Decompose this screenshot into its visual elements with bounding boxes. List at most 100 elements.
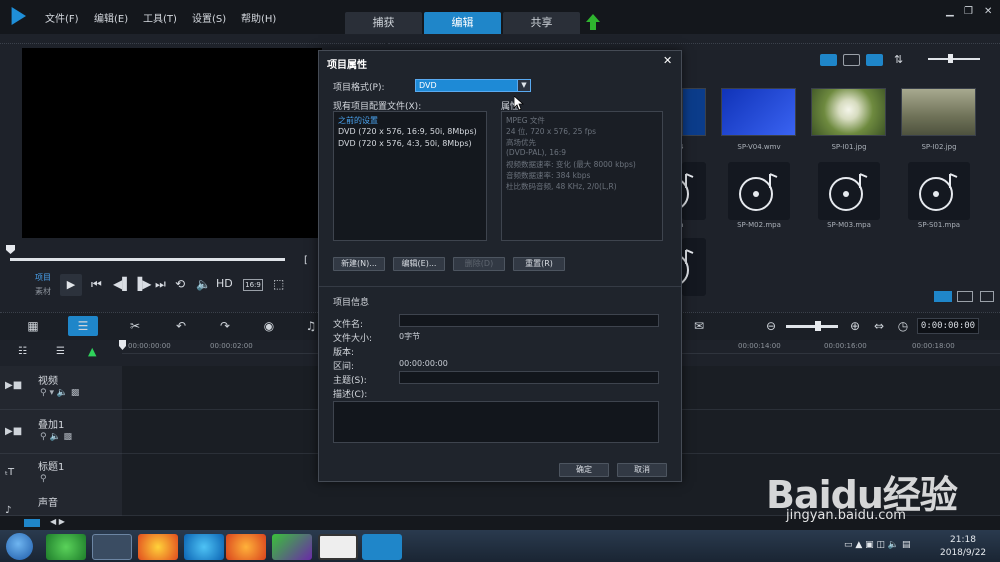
- track-header-voice[interactable]: [0, 490, 122, 516]
- tab-edit[interactable]: 编辑: [424, 12, 501, 34]
- view-grid-icon[interactable]: [866, 54, 883, 66]
- volume-icon[interactable]: 🔈: [196, 277, 211, 291]
- music-disc-icon: [682, 173, 694, 208]
- ok-button[interactable]: 确定: [559, 463, 609, 477]
- step-forward-icon[interactable]: ▐▶: [133, 277, 151, 291]
- scrub-handle[interactable]: [6, 245, 15, 254]
- mark-icon[interactable]: ✉: [684, 316, 714, 336]
- panel-fullscreen-icon[interactable]: [980, 291, 994, 302]
- step-back-icon[interactable]: ◀▌: [113, 277, 131, 291]
- taskbar-firefox-icon[interactable]: [226, 534, 266, 560]
- trim-marker-icon[interactable]: [: [304, 255, 308, 266]
- view-list-icon[interactable]: [843, 54, 860, 66]
- clip-thumbnail[interactable]: [682, 88, 706, 136]
- subject-field[interactable]: [399, 371, 659, 384]
- clip-thumbnail[interactable]: [901, 88, 976, 136]
- menu-file[interactable]: 文件(F): [45, 10, 79, 25]
- storyboard-view-icon[interactable]: ▦: [18, 316, 48, 336]
- edit-profile-button[interactable]: 编辑(E)...: [393, 257, 445, 271]
- video-track-icon: ▶■: [5, 380, 23, 391]
- profile-item[interactable]: DVD (720 x 576, 16:9, 50i, 8Mbps): [338, 127, 477, 136]
- track-tools[interactable]: ⚲ 🔈 ▩: [40, 432, 72, 442]
- profile-item[interactable]: DVD (720 x 576, 4:3, 50i, 8Mbps): [338, 139, 472, 148]
- dialog-close-icon[interactable]: ✕: [663, 54, 672, 67]
- aspect-ratio-button[interactable]: 16:9: [243, 279, 263, 291]
- tab-share[interactable]: 共享: [503, 12, 580, 34]
- clip-thumbnail[interactable]: [721, 88, 796, 136]
- taskbar-recorder-icon[interactable]: [318, 534, 358, 560]
- start-button[interactable]: [6, 533, 33, 560]
- menu-edit[interactable]: 编辑(E): [94, 10, 128, 25]
- tab-capture[interactable]: 捕获: [345, 12, 422, 34]
- filename-field[interactable]: [399, 314, 659, 327]
- track-manager-icon[interactable]: ☷: [18, 346, 27, 357]
- property-line: 音频数据速率: 384 kbps: [506, 171, 591, 180]
- play-button[interactable]: ▶: [60, 274, 82, 296]
- preview-screen: [22, 48, 322, 238]
- audio-thumbnail[interactable]: [908, 162, 970, 220]
- hd-toggle[interactable]: HD: [216, 277, 233, 290]
- new-profile-button[interactable]: 新建(N)...: [333, 257, 385, 271]
- cancel-button[interactable]: 取消: [617, 463, 667, 477]
- panel-layout-icon[interactable]: [957, 291, 973, 302]
- project-properties-dialog: 项目属性 ✕ 项目格式(P): DVD ▼ 现有项目配置文件(X): 属性 之前…: [318, 50, 682, 482]
- crop-icon[interactable]: ⬚: [273, 277, 284, 291]
- panel-toggle-icon[interactable]: [934, 291, 952, 302]
- zoom-out-icon[interactable]: ⊖: [756, 316, 786, 336]
- close-icon[interactable]: ✕: [984, 6, 992, 17]
- undo-icon[interactable]: ↶: [166, 316, 196, 336]
- thumb-size-slider[interactable]: [928, 58, 980, 60]
- redo-icon[interactable]: ↷: [210, 316, 240, 336]
- taskbar-app-360-icon[interactable]: [46, 534, 86, 560]
- taskbar-media-icon[interactable]: [184, 534, 224, 560]
- audio-thumbnail[interactable]: [728, 162, 790, 220]
- zoom-slider[interactable]: [786, 325, 838, 328]
- upload-arrow-icon[interactable]: [586, 14, 600, 30]
- timecode-display[interactable]: 0:00:00:00: [917, 318, 979, 334]
- profile-list[interactable]: 之前的设置 DVD (720 x 576, 16:9, 50i, 8Mbps) …: [333, 111, 487, 241]
- track-tools[interactable]: ⚲: [40, 474, 47, 484]
- restore-icon[interactable]: ❐: [964, 6, 973, 17]
- audio-thumbnail[interactable]: [682, 162, 706, 220]
- view-large-icon[interactable]: [820, 54, 837, 66]
- chevron-down-icon[interactable]: ▼: [517, 79, 531, 92]
- repeat-icon[interactable]: ⟲: [175, 277, 185, 291]
- mode-project-label[interactable]: 项目: [35, 272, 51, 283]
- go-end-icon[interactable]: ⏭: [155, 277, 166, 292]
- add-track-icon[interactable]: ▲: [88, 345, 96, 358]
- duration-value: 00:00:00:00: [399, 359, 448, 368]
- chapter-icon[interactable]: ☰: [56, 346, 65, 357]
- track-tools[interactable]: ⚲ ▾ 🔈 ▩: [40, 388, 79, 398]
- menu-settings[interactable]: 设置(S): [192, 10, 226, 25]
- duration-label: 区间:: [333, 362, 355, 372]
- reset-profile-button[interactable]: 重置(R): [513, 257, 565, 271]
- record-capture-icon[interactable]: ◉: [254, 316, 284, 336]
- scroll-mode-icon[interactable]: [24, 519, 40, 527]
- zoom-handle[interactable]: [815, 321, 821, 331]
- taskbar-qq-icon[interactable]: [138, 534, 178, 560]
- audio-thumbnail[interactable]: [682, 238, 706, 296]
- delete-profile-button[interactable]: 删除(D): [453, 257, 505, 271]
- audio-thumbnail[interactable]: [818, 162, 880, 220]
- tools-icon[interactable]: ✂: [120, 316, 150, 336]
- taskbar-editor-icon[interactable]: [362, 534, 402, 560]
- go-start-icon[interactable]: ⏮: [91, 277, 102, 292]
- menu-tools[interactable]: 工具(T): [143, 10, 177, 25]
- menu-help[interactable]: 帮助(H): [241, 10, 276, 25]
- thumb-size-handle[interactable]: [948, 54, 953, 63]
- tray-icons[interactable]: ▭ ▲ ▣ ◫ 🔈 ▤: [844, 540, 910, 550]
- profile-item[interactable]: 之前的设置: [338, 115, 378, 126]
- taskbar-app-icon[interactable]: [272, 534, 312, 560]
- mode-clip-label[interactable]: 素材: [35, 286, 51, 297]
- description-field[interactable]: [333, 401, 659, 443]
- sort-icon[interactable]: ⇅: [894, 53, 903, 66]
- scroll-arrows-icon[interactable]: ◀ ▶: [50, 517, 65, 526]
- clip-thumbnail[interactable]: [811, 88, 886, 136]
- ruler-label: 00:00:00:00: [128, 342, 171, 350]
- scrub-bar[interactable]: [10, 258, 285, 261]
- taskbar-explorer-icon[interactable]: [92, 534, 132, 560]
- minimize-icon[interactable]: ▁: [946, 6, 954, 17]
- format-select[interactable]: DVD: [415, 79, 531, 92]
- clip-label: SP-S01.mpa: [917, 221, 961, 229]
- timeline-view-icon[interactable]: ☰: [68, 316, 98, 336]
